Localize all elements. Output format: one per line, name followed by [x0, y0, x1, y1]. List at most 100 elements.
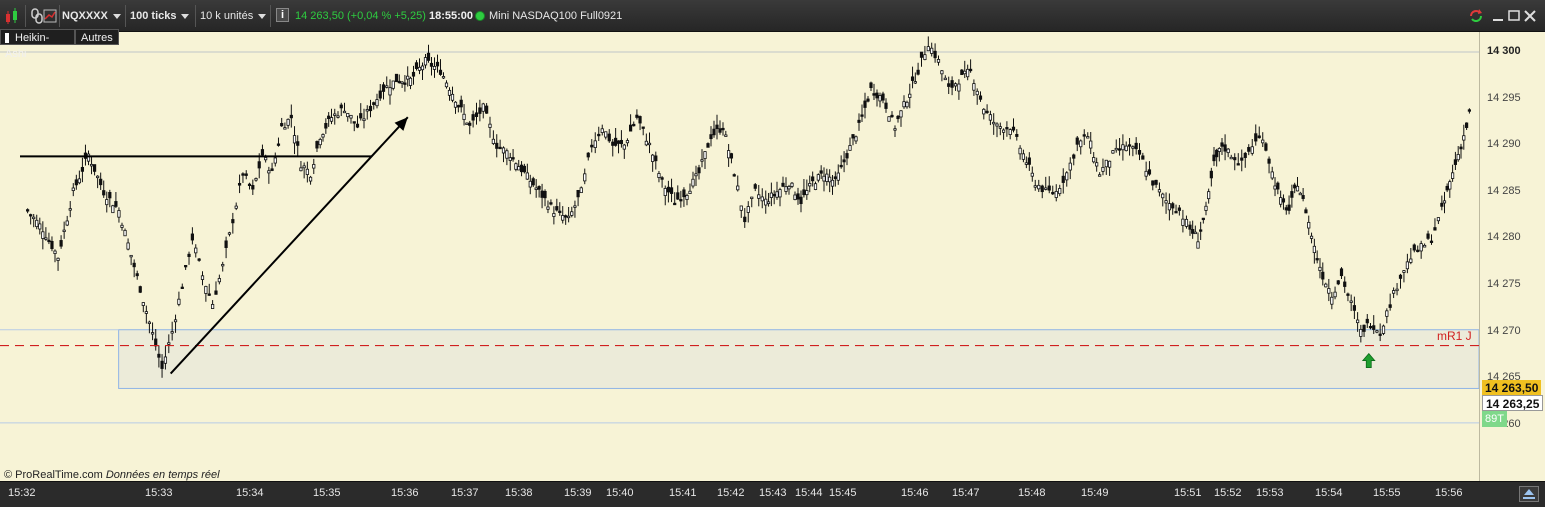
last-price-badge: 14 263,50	[1482, 380, 1542, 397]
candle-body	[644, 140, 648, 146]
candle-body	[414, 62, 419, 69]
candle-body	[688, 190, 692, 195]
candle-body	[950, 80, 954, 88]
candle-body	[638, 116, 642, 124]
candle-body	[816, 174, 820, 181]
chart-type-icon[interactable]	[4, 7, 22, 25]
candle-body	[802, 189, 806, 196]
candle-body	[854, 136, 858, 142]
candle-body	[302, 165, 306, 169]
candle-body	[887, 116, 891, 122]
candle-body	[1068, 162, 1072, 171]
candle-body	[1157, 189, 1162, 193]
candle-body	[519, 164, 524, 173]
candle-body	[1184, 218, 1189, 227]
candle-body	[1247, 147, 1251, 152]
candle-body	[394, 73, 399, 83]
candle-body	[1236, 163, 1240, 166]
candle-body	[1212, 154, 1216, 162]
candle-body	[391, 80, 395, 89]
candle-body	[1002, 129, 1006, 133]
candle-body	[438, 69, 443, 75]
candle-body	[349, 114, 353, 119]
price-axis[interactable]: 14 300 14 295 14 290 14 285 14 280 14 275 14 2…	[1479, 32, 1545, 481]
candle-body	[138, 286, 142, 293]
candle-body	[1024, 162, 1028, 165]
candle-body	[1419, 243, 1423, 252]
candle-body	[1072, 154, 1076, 159]
candle-body	[1372, 325, 1376, 330]
time-axis[interactable]: 15:32 15:33 15:34 15:35 15:36 15:37 15:38 15:39…	[0, 481, 1545, 507]
time-tick: 15:35	[313, 487, 341, 499]
candle-body	[936, 58, 941, 63]
candle-body	[1402, 270, 1406, 273]
candle-body	[966, 68, 970, 78]
candle-body	[74, 179, 78, 186]
candle-body	[1154, 179, 1158, 185]
candle-body	[375, 99, 379, 107]
candle-body	[700, 159, 704, 162]
candle-body	[881, 93, 885, 101]
candle-body	[908, 93, 912, 98]
info-icon[interactable]: i	[276, 8, 289, 22]
candle-body	[190, 233, 194, 241]
candle-body	[459, 99, 463, 108]
candle-body	[1015, 133, 1019, 137]
sync-icon[interactable]	[1467, 7, 1485, 25]
candle-body	[432, 65, 437, 70]
candle-body	[1318, 266, 1322, 271]
candle-body	[485, 105, 489, 114]
candle-body	[1423, 244, 1427, 248]
candle-body	[89, 163, 94, 167]
candle-body	[114, 201, 118, 207]
candle-body	[611, 141, 615, 146]
candle-body	[537, 186, 541, 190]
scroll-end-button[interactable]	[1519, 486, 1539, 502]
candle-body	[632, 123, 636, 127]
candle-body	[227, 232, 232, 235]
candle-body	[878, 95, 882, 102]
candle-body	[267, 170, 271, 174]
candle-body	[132, 262, 136, 268]
candle-body	[1117, 148, 1122, 151]
units-selector[interactable]: 10 k unités	[200, 6, 267, 26]
candle-body	[682, 189, 686, 198]
candle-body	[184, 264, 188, 268]
time-tick: 15:53	[1256, 487, 1284, 499]
close-icon[interactable]	[1523, 7, 1541, 25]
candle-body	[1075, 137, 1079, 145]
symbol-selector[interactable]: NQXXXX	[62, 6, 121, 26]
candle-body	[851, 134, 855, 139]
heikin-ashi-tab[interactable]: Heikin-Ashi	[0, 29, 75, 60]
candle-body	[315, 141, 319, 149]
candle-body	[1114, 147, 1118, 151]
mr1-label: mR1 J	[1437, 329, 1472, 343]
candle-body	[1356, 319, 1360, 324]
candle-body	[600, 128, 604, 133]
candle-body	[342, 110, 347, 114]
candle-body	[657, 173, 661, 178]
candle-body	[1453, 159, 1457, 165]
candle-body	[1445, 185, 1449, 191]
candle-body	[244, 173, 248, 176]
candle-body	[1385, 310, 1389, 317]
candle-body	[26, 209, 30, 212]
trend-tool-icon[interactable]	[42, 7, 60, 25]
candle-body	[919, 51, 924, 58]
candle-body	[1312, 245, 1316, 254]
candle-body	[292, 135, 297, 144]
autres-tab[interactable]: Autres	[75, 29, 119, 45]
candle-body	[327, 115, 331, 120]
ticks-selector[interactable]: 100 ticks	[130, 6, 190, 26]
candle-body	[1204, 205, 1208, 211]
candle-body	[296, 141, 300, 146]
chart-area[interactable]: mR1 J © ProRealTime.com Données en temps…	[0, 32, 1479, 481]
candle-body	[1134, 142, 1138, 150]
candle-body	[35, 219, 39, 228]
candle-body	[718, 128, 722, 133]
candle-body	[884, 102, 888, 109]
candle-body	[207, 293, 211, 296]
candle-body	[1124, 145, 1128, 152]
candle-body	[583, 173, 587, 182]
price-chart[interactable]	[0, 32, 1479, 481]
